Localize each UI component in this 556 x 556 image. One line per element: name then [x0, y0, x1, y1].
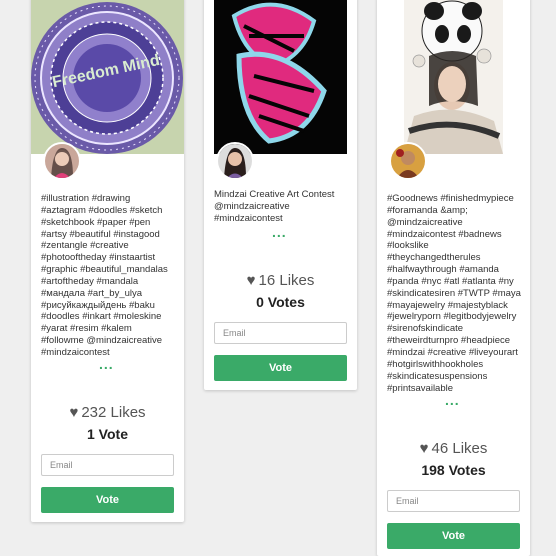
vote-button[interactable]: Vote [41, 487, 174, 513]
vote-button[interactable]: Vote [387, 523, 520, 549]
entry-tags: #Goodnews #finishedmypiece #foramanda &am… [387, 193, 521, 394]
email-input[interactable]: Email [387, 490, 520, 512]
heart-icon[interactable]: ♥ [247, 272, 256, 289]
likes-count: ♥ 16 Likes [246, 272, 315, 289]
entry-card-1: Freedom Mind #illustration #drawing #azta… [31, 0, 184, 522]
show-more-link[interactable]: ... [272, 224, 287, 240]
heart-icon[interactable]: ♥ [420, 440, 429, 457]
entry-card-2: Mindzai Creative Art Contest @mindzaicrea… [204, 0, 357, 390]
votes-count: 0 Votes [256, 294, 305, 310]
avatar[interactable] [43, 142, 81, 180]
show-more-link[interactable]: ... [445, 392, 460, 408]
email-input[interactable]: Email [41, 454, 174, 476]
likes-count: ♥ 232 Likes [69, 404, 146, 421]
entry-tags: #illustration #drawing #aztagram #doodles… [41, 193, 168, 358]
email-input[interactable]: Email [214, 322, 347, 344]
entry-card-3: #Goodnews #finishedmypiece #foramanda &am… [377, 0, 530, 556]
entry-image[interactable]: Freedom Mind [31, 0, 184, 154]
entry-tags: Mindzai Creative Art Contest @mindzaicrea… [214, 189, 335, 224]
heart-icon[interactable]: ♥ [69, 404, 78, 421]
likes-count: ♥ 46 Likes [419, 440, 488, 457]
avatar[interactable] [389, 142, 427, 180]
vote-button[interactable]: Vote [214, 355, 347, 381]
votes-count: 1 Vote [87, 426, 128, 442]
entry-image[interactable] [214, 0, 347, 154]
avatar[interactable] [216, 142, 254, 180]
show-more-link[interactable]: ... [99, 356, 114, 372]
votes-count: 198 Votes [421, 462, 486, 478]
entry-image[interactable] [404, 0, 503, 154]
